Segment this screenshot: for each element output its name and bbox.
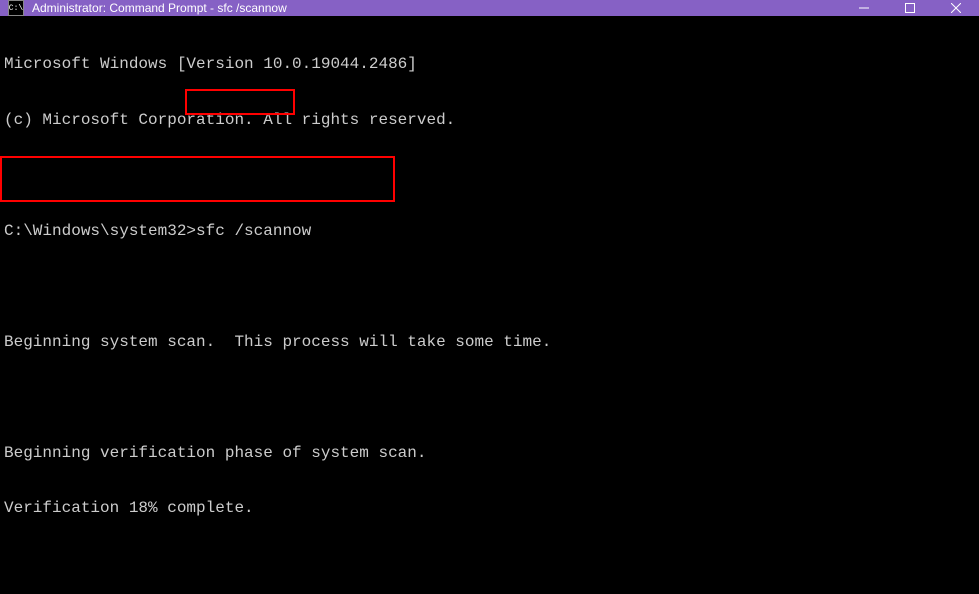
terminal-area[interactable]: Microsoft Windows [Version 10.0.19044.24… bbox=[0, 16, 979, 594]
terminal-line-version: Microsoft Windows [Version 10.0.19044.24… bbox=[4, 55, 975, 74]
minimize-button[interactable] bbox=[841, 0, 887, 16]
prompt-path: C:\Windows\system32> bbox=[4, 222, 196, 240]
terminal-line-copyright: (c) Microsoft Corporation. All rights re… bbox=[4, 111, 975, 130]
maximize-button[interactable] bbox=[887, 0, 933, 16]
terminal-blank bbox=[4, 166, 975, 185]
command-prompt-window: C:\ Administrator: Command Prompt - sfc … bbox=[0, 0, 979, 512]
window-title: Administrator: Command Prompt - sfc /sca… bbox=[30, 1, 841, 15]
prompt-command: sfc /scannow bbox=[196, 222, 311, 240]
terminal-line-verification-progress: Verification 18% complete. bbox=[4, 499, 975, 518]
minimize-icon bbox=[859, 3, 869, 13]
terminal-line-verification-phase: Beginning verification phase of system s… bbox=[4, 444, 975, 463]
close-button[interactable] bbox=[933, 0, 979, 16]
terminal-line-beginning: Beginning system scan. This process will… bbox=[4, 333, 975, 352]
maximize-icon bbox=[905, 3, 915, 13]
terminal-prompt-line: C:\Windows\system32>sfc /scannow bbox=[4, 222, 975, 241]
terminal-blank bbox=[4, 388, 975, 407]
titlebar-controls bbox=[841, 0, 979, 16]
close-icon bbox=[951, 3, 961, 13]
cmd-icon: C:\ bbox=[8, 0, 24, 16]
titlebar[interactable]: C:\ Administrator: Command Prompt - sfc … bbox=[0, 0, 979, 16]
terminal-blank bbox=[4, 277, 975, 296]
